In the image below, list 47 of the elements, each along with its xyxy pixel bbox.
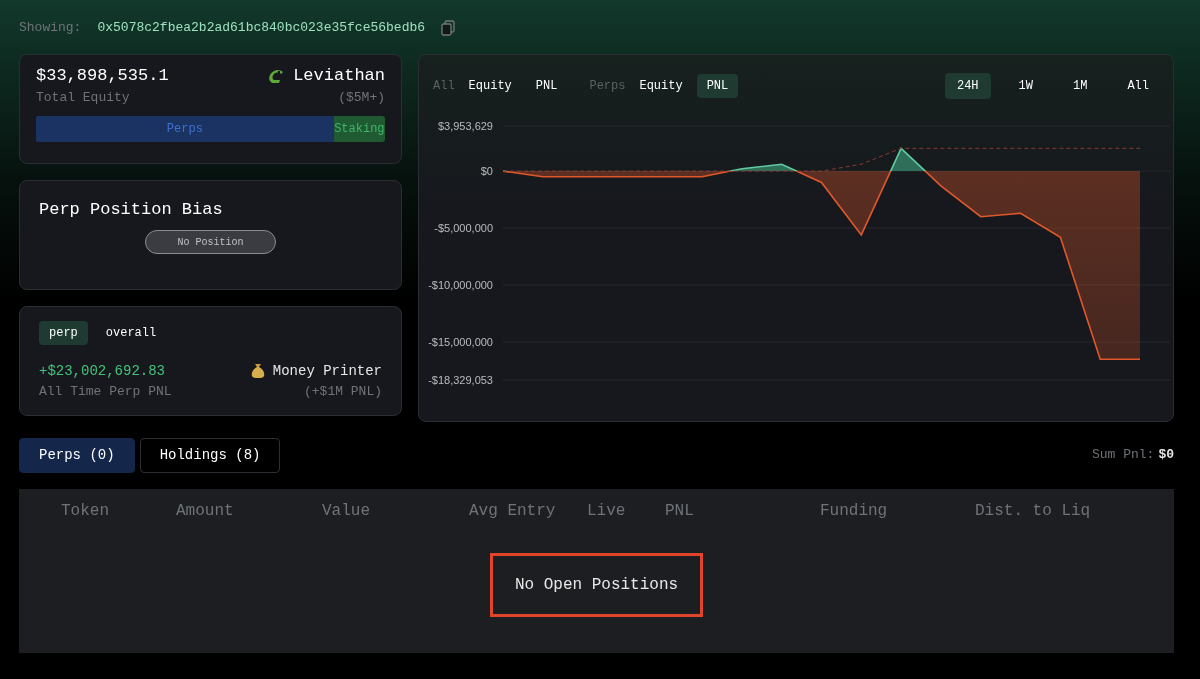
staking-label: Staking — [333, 120, 385, 138]
y-tick-label: -$15,000,000 — [428, 335, 493, 348]
empty-message: No Open Positions — [489, 552, 704, 617]
y-tick-label: -$18,329,053 — [428, 373, 493, 386]
tier-range: (+$1M PNL) — [303, 382, 382, 401]
total-equity-label: Total Equity — [36, 89, 131, 107]
wallet-address: 0x5078c2fbea2b2ad61bc840bc023e35fce56bedb6 — [97, 19, 426, 37]
copy-icon[interactable] — [441, 19, 456, 36]
money-bag-icon — [250, 363, 265, 379]
y-tick-label: -$5,000,000 — [434, 221, 493, 234]
y-tick-label: $0 — [480, 164, 493, 177]
column-header: Value — [322, 501, 370, 520]
tier-name: Money Printer — [272, 361, 382, 381]
positions-tab[interactable]: Perps (0) — [19, 437, 135, 473]
column-header: Live — [587, 501, 626, 520]
header-label: Showing: — [19, 19, 82, 37]
sum-pnl-label: Sum Pnl: — [1091, 446, 1155, 465]
chart-metric-tab[interactable]: Equity — [458, 74, 522, 98]
time-range-tab[interactable]: 1M — [1061, 73, 1100, 99]
time-range-tab[interactable]: All — [1115, 73, 1161, 99]
tier-range: ($5M+) — [337, 89, 385, 107]
y-tick-label: $3,953,629 — [437, 119, 493, 132]
chart-metric-tab[interactable]: PNL — [696, 74, 739, 98]
column-header: PNL — [665, 501, 694, 520]
positions-tab[interactable]: Holdings (8) — [139, 437, 281, 473]
chart-group-label: Perps — [589, 78, 626, 95]
y-tick-label: -$10,000,000 — [428, 278, 493, 291]
column-header: Dist. to Liq — [975, 501, 1091, 520]
all-time-pnl-value: +$23,002,692.83 — [39, 361, 167, 381]
time-range-tab[interactable]: 24H — [944, 73, 991, 99]
sum-pnl-value: $0 — [1158, 446, 1174, 465]
column-header: Avg Entry — [469, 501, 556, 520]
total-equity-value: $33,898,535.1 — [36, 64, 169, 87]
chart-group-label: All — [433, 78, 455, 95]
chart-metric-tab[interactable]: Equity — [629, 74, 693, 98]
chart-metric-tab[interactable]: PNL — [525, 74, 568, 98]
column-header: Amount — [176, 501, 234, 520]
bias-title: Perp Position Bias — [39, 198, 224, 221]
column-header: Funding — [820, 501, 888, 520]
column-header: Token — [61, 501, 109, 520]
pnl-scope-toggle[interactable]: perp — [39, 320, 88, 345]
position-status-pill: No Position — [145, 230, 276, 254]
tier-name: Leviathan — [293, 64, 385, 87]
time-range-tab[interactable]: 1W — [1006, 73, 1045, 99]
all-time-pnl-label: All Time Perp PNL — [39, 382, 172, 401]
pnl-scope-toggle[interactable]: overall — [95, 320, 167, 345]
perps-fill: Perps — [36, 115, 334, 142]
